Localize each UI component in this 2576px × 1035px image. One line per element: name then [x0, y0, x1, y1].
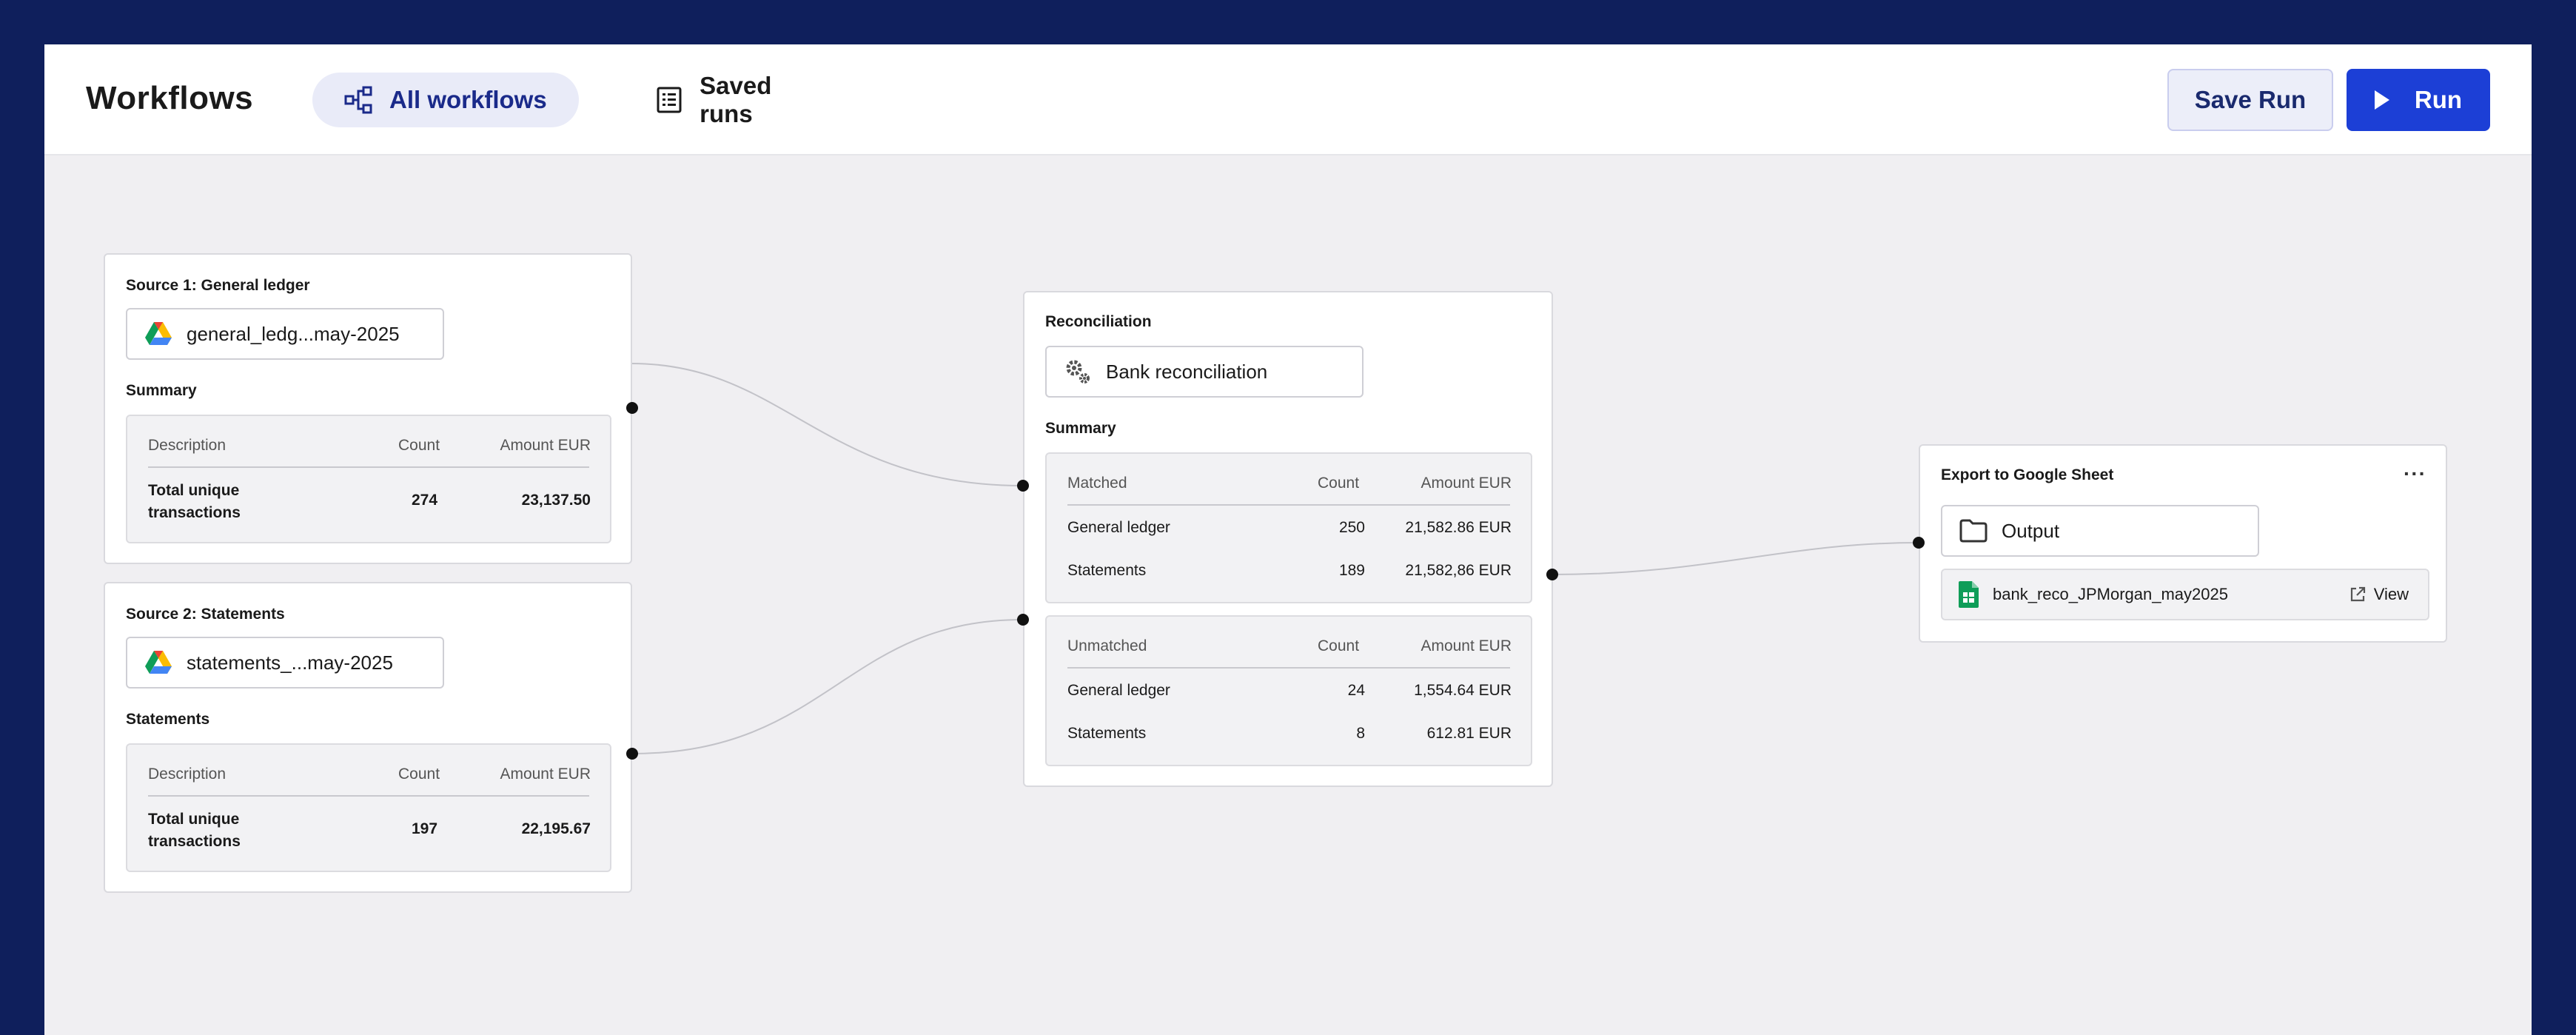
source2-output-port[interactable] [626, 748, 638, 760]
file-name: bank_reco_JPMorgan_may2025 [1993, 585, 2228, 603]
reconciliation-input-port-2[interactable] [1017, 614, 1029, 626]
card-title: Source 2: Statements [126, 606, 285, 623]
folder-icon [1959, 516, 1988, 546]
row-count: 197 [412, 820, 438, 837]
source1-card[interactable]: Source 1: General ledger general_ledg...… [104, 253, 632, 564]
column-header: Amount EUR [1421, 637, 1512, 654]
column-header: Count [1318, 475, 1360, 492]
run-button[interactable]: Run [2347, 69, 2490, 131]
section-label: Summary [126, 382, 197, 399]
play-icon [2374, 90, 2389, 110]
page-title: Workflows [86, 80, 254, 116]
export-card[interactable]: Export to Google Sheet ··· Output bank_r… [1919, 444, 2447, 643]
column-header: Count [1318, 637, 1360, 654]
wire-source2-to-reconciliation [631, 619, 1024, 754]
row-count: 24 [1347, 682, 1365, 699]
reconciliation-step-chip[interactable]: Bank reconciliation [1045, 346, 1364, 398]
row-amount: 612.81 EUR [1426, 725, 1512, 742]
section-label: Statements [126, 711, 210, 728]
column-header: Amount EUR [500, 766, 591, 783]
more-options-icon[interactable]: ··· [2404, 462, 2426, 486]
reconciliation-output-port[interactable] [1546, 569, 1558, 580]
column-header: Amount EUR [1421, 475, 1512, 492]
source2-card[interactable]: Source 2: Statements statements_...may-2… [104, 582, 632, 893]
wire-source1-to-reconciliation [631, 363, 1024, 486]
reconciliation-card[interactable]: Reconciliation Bank reconciliation Summa… [1023, 291, 1553, 787]
column-header: Description [148, 766, 227, 783]
output-folder-chip[interactable]: Output [1941, 505, 2259, 557]
folder-name: Output [2002, 519, 2060, 542]
tab-label: Saved runs [700, 72, 772, 127]
row-description: Total unique transactions [148, 811, 241, 850]
source1-file-chip[interactable]: general_ledg...may-2025 [126, 308, 444, 360]
wire-reconciliation-to-export [1552, 542, 1919, 575]
step-name: Bank reconciliation [1106, 360, 1268, 383]
row-count: 8 [1356, 725, 1365, 742]
source1-output-port[interactable] [626, 402, 638, 414]
row-count: 250 [1338, 519, 1365, 536]
row-count: 189 [1338, 562, 1365, 579]
column-header: Description [148, 437, 227, 454]
column-header: Count [398, 766, 440, 783]
view-link[interactable]: View [2334, 585, 2409, 604]
card-title: Source 1: General ledger [126, 277, 310, 294]
row-label: Statements [1067, 725, 1147, 742]
workflow-icon [341, 82, 376, 118]
source1-summary-table: Description Count Amount EUR Total uniqu… [126, 415, 611, 543]
external-link-icon [2349, 586, 2367, 603]
app-window: Workflows All workflows Saved runs Save … [44, 44, 2532, 1035]
gears-icon [1063, 357, 1093, 386]
list-icon [651, 82, 686, 118]
column-header: Count [398, 437, 440, 454]
column-header: Unmatched [1067, 637, 1147, 654]
run-label: Run [2414, 86, 2463, 113]
tab-label: All workflows [389, 86, 547, 113]
google-drive-icon [144, 319, 173, 349]
row-label: Statements [1067, 562, 1147, 579]
source2-file-chip[interactable]: statements_...may-2025 [126, 637, 444, 689]
row-amount: 1,554.64 EUR [1414, 682, 1512, 699]
reconciliation-input-port-1[interactable] [1017, 480, 1029, 492]
card-title: Export to Google Sheet [1941, 466, 2114, 483]
row-amount: 23,137.50 [521, 492, 591, 509]
row-count: 274 [412, 492, 438, 509]
card-title: Reconciliation [1045, 313, 1152, 330]
view-label: View [2373, 585, 2409, 603]
file-name: statements_...may-2025 [187, 651, 393, 674]
tab-saved-runs[interactable]: Saved runs [607, 72, 829, 127]
column-header: Amount EUR [500, 437, 591, 454]
unmatched-table: Unmatched Count Amount EUR General ledge… [1045, 615, 1532, 766]
tab-all-workflows[interactable]: All workflows [312, 73, 579, 127]
matched-table: Matched Count Amount EUR General ledger … [1045, 452, 1532, 603]
row-amount: 21,582,86 EUR [1405, 562, 1512, 579]
google-drive-icon [144, 648, 173, 677]
column-header: Matched [1067, 475, 1127, 492]
row-label: General ledger [1067, 519, 1170, 536]
save-run-button[interactable]: Save Run [2167, 69, 2333, 131]
row-amount: 22,195.67 [521, 820, 591, 837]
row-amount: 21,582.86 EUR [1405, 519, 1512, 536]
export-file-row[interactable]: bank_reco_JPMorgan_may2025 View [1941, 569, 2429, 620]
row-label: General ledger [1067, 682, 1170, 699]
source2-summary-table: Description Count Amount EUR Total uniqu… [126, 743, 611, 872]
section-label: Summary [1045, 420, 1116, 437]
row-description: Total unique transactions [148, 482, 241, 521]
export-input-port[interactable] [1913, 537, 1925, 549]
top-bar: Workflows All workflows Saved runs Save … [44, 44, 2532, 155]
file-name: general_ledg...may-2025 [187, 322, 400, 345]
google-sheets-icon [1957, 580, 1979, 609]
